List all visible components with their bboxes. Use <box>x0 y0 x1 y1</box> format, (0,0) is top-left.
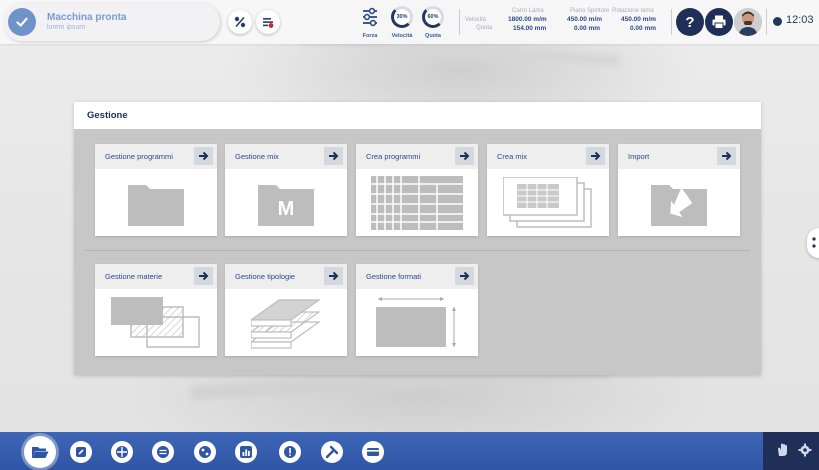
clock-icon <box>773 17 782 26</box>
arrow-right-icon[interactable] <box>455 147 474 165</box>
reading-row-label: Velocità <box>465 17 487 23</box>
row-separator <box>85 250 750 251</box>
nav-edit-button[interactable] <box>70 441 92 463</box>
nav-transfer-button[interactable] <box>152 441 174 463</box>
card-gestione-mix[interactable]: Gestione mix M <box>225 144 347 236</box>
arrow-right-icon[interactable] <box>455 267 474 285</box>
speed-control[interactable]: 30% <box>387 6 417 28</box>
folder-open-icon <box>32 447 49 458</box>
card-gestione-tipologie[interactable]: Gestione tipologie <box>225 264 347 356</box>
mix-switch-button[interactable] <box>256 10 280 34</box>
format-dimensions-icon <box>356 289 478 356</box>
divider <box>459 9 460 35</box>
machine-status[interactable]: Macchina pronta lorem ipsum <box>4 3 220 41</box>
card-crea-programmi[interactable]: Crea programmi <box>356 144 478 236</box>
chart-icon <box>240 446 252 458</box>
mix-percent-icon <box>234 16 246 28</box>
more-vertical-icon <box>812 237 816 248</box>
status-subtitle: lorem ipsum <box>47 24 86 31</box>
edit-icon <box>76 447 86 457</box>
nav-folder-button[interactable] <box>24 436 56 468</box>
reading-value: 1800.00 m/m <box>508 16 547 23</box>
arrow-right-icon[interactable] <box>717 147 736 165</box>
management-panel: Gestione Gestione programmi Gestione mix… <box>74 102 761 375</box>
reading-value: 0.00 mm <box>630 25 657 32</box>
side-menu-handle[interactable] <box>807 228 819 258</box>
reading-column-header: Piano Spintore <box>570 8 610 14</box>
nav-card-button[interactable] <box>362 441 384 463</box>
print-button[interactable] <box>705 8 733 36</box>
divider <box>766 9 767 35</box>
mix-percent-button[interactable] <box>228 10 252 34</box>
clock-time: 12:03 <box>786 14 814 26</box>
panel-title: Gestione <box>74 102 761 129</box>
tools-icon <box>325 445 339 459</box>
folder-import-icon <box>618 169 740 236</box>
top-bar: Macchina pronta lorem ipsum Forza 30% Ve… <box>0 0 819 44</box>
user-avatar[interactable] <box>734 8 762 36</box>
layers-icon <box>225 289 347 356</box>
alert-icon <box>284 446 296 458</box>
card-import[interactable]: Import <box>618 144 740 236</box>
nav-stats-button[interactable] <box>194 441 216 463</box>
reading-column-header: Rotazione lama <box>612 8 654 14</box>
quota-control[interactable]: 60% <box>418 6 448 28</box>
card-gestione-formati[interactable]: Gestione formati <box>356 264 478 356</box>
card-crea-mix[interactable]: Crea mix <box>487 144 609 236</box>
printer-icon <box>712 15 726 29</box>
move-icon <box>116 446 128 458</box>
settings-gear-icon[interactable] <box>798 443 812 462</box>
force-control[interactable] <box>355 6 385 33</box>
reading-value: 450.00 m/m <box>567 16 603 23</box>
sliders-icon <box>363 7 377 27</box>
status-title: Macchina pronta <box>47 12 127 23</box>
transfer-icon <box>157 446 169 458</box>
nav-move-button[interactable] <box>111 441 133 463</box>
divider <box>671 9 672 35</box>
stacked-sheets-icon <box>487 169 609 236</box>
reading-row-label: Quota <box>476 25 493 31</box>
arrow-right-icon[interactable] <box>194 267 213 285</box>
stats-icon <box>199 446 211 458</box>
user-photo-icon <box>734 8 762 36</box>
materials-icon <box>95 289 217 356</box>
card-icon <box>367 448 379 456</box>
card-gestione-materie[interactable]: Gestione materie <box>95 264 217 356</box>
quota-label: Quota <box>425 33 441 39</box>
nav-chart-button[interactable] <box>235 441 257 463</box>
reading-column-header: Carro Lama <box>512 8 544 14</box>
nav-tools-button[interactable] <box>321 441 343 463</box>
reading-value: 450.00 m/m <box>621 16 657 23</box>
reading-value: 154.00 mm <box>513 25 547 32</box>
arrow-right-icon[interactable] <box>586 147 605 165</box>
svg-text:M: M <box>278 198 295 220</box>
card-gestione-programmi[interactable]: Gestione programmi <box>95 144 217 236</box>
help-icon: ? <box>685 13 695 31</box>
bottom-right-tools <box>763 432 819 470</box>
speed-gauge: 30% <box>391 6 413 28</box>
folder-icon <box>95 169 217 236</box>
arrow-right-icon[interactable] <box>324 267 343 285</box>
arrow-right-icon[interactable] <box>194 147 213 165</box>
quota-gauge: 60% <box>422 6 444 28</box>
folder-m-icon: M <box>225 169 347 236</box>
grid-table-icon <box>356 169 478 236</box>
help-button[interactable]: ? <box>676 8 704 36</box>
reading-value: 0.00 mm <box>574 25 601 32</box>
check-icon <box>8 8 36 36</box>
mix-switch-icon <box>263 18 274 28</box>
arrow-right-icon[interactable] <box>324 147 343 165</box>
nav-alert-button[interactable] <box>279 441 301 463</box>
hand-icon[interactable] <box>775 442 791 463</box>
